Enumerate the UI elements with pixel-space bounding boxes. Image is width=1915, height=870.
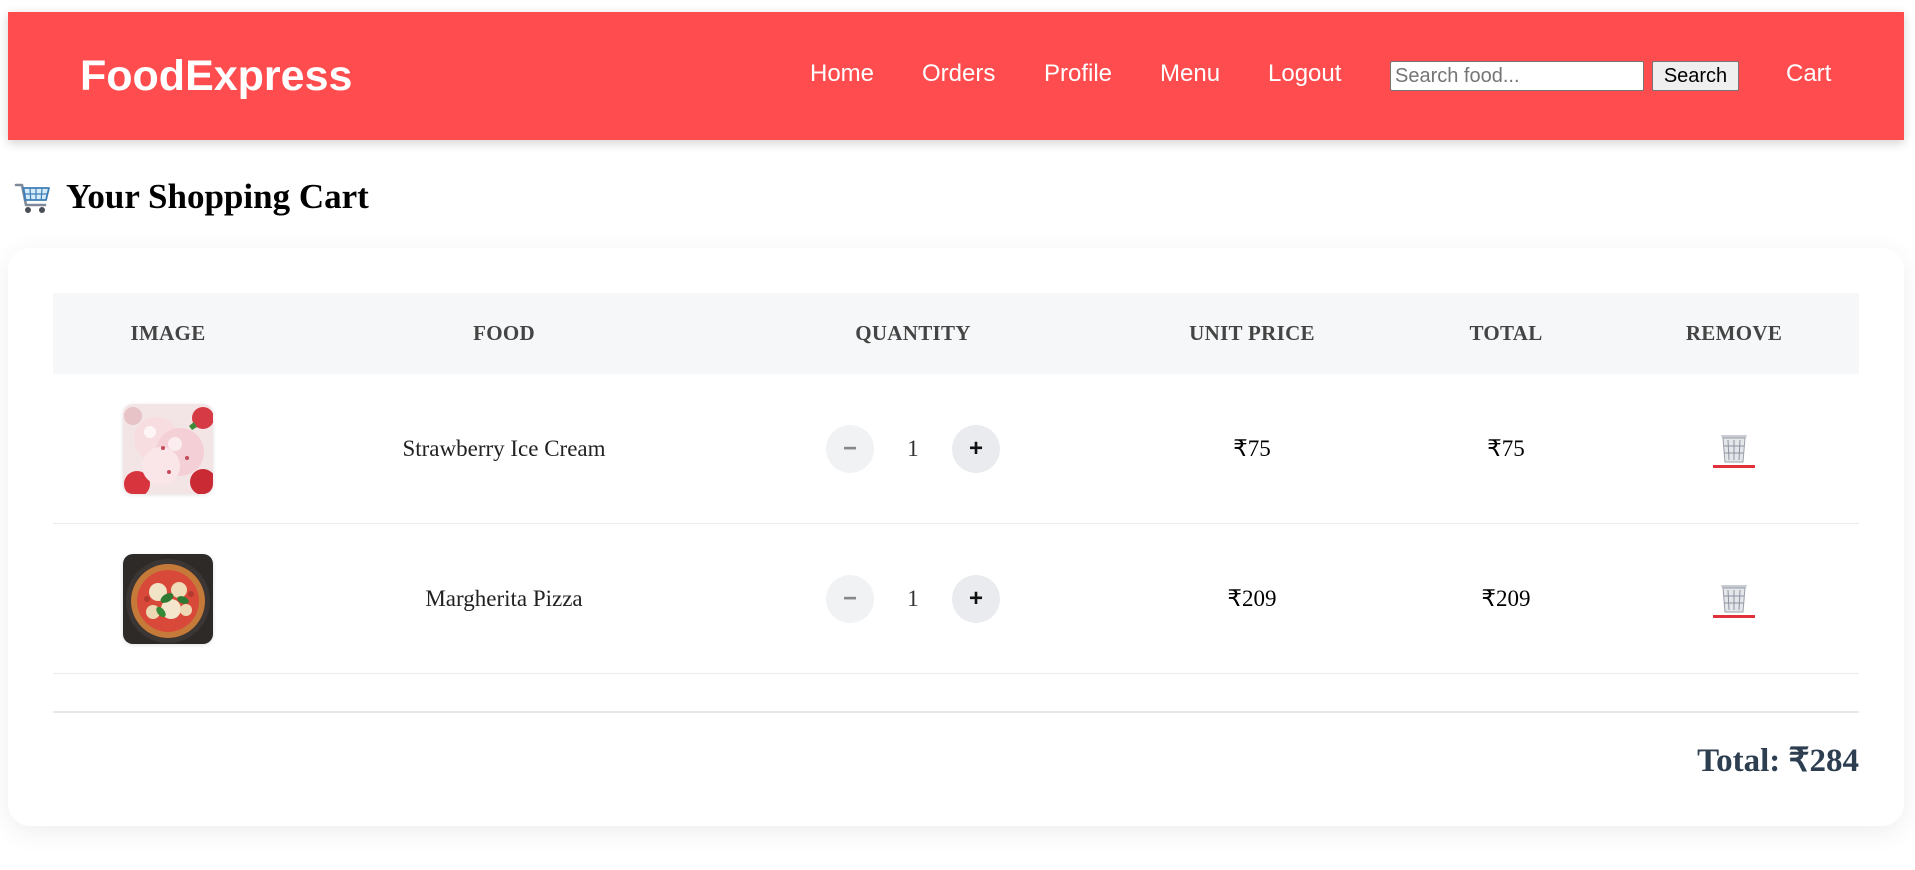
nav-link-cart[interactable]: Cart <box>1786 12 1831 136</box>
food-name: Strawberry Ice Cream <box>402 435 606 461</box>
cart-grand-total: Total: ₹284 <box>1697 743 1859 779</box>
trash-icon <box>1721 584 1747 612</box>
nav-link-home[interactable]: Home <box>810 12 874 136</box>
header-remove: REMOVE <box>1685 321 1783 345</box>
header-quantity: QUANTITY <box>855 321 971 345</box>
unit-price: ₹75 <box>1233 435 1271 461</box>
header-food: FOOD <box>473 321 535 345</box>
increase-quantity-button[interactable]: + <box>952 424 1000 473</box>
line-total: ₹75 <box>1487 435 1525 461</box>
table-row: Margherita Pizza − 1 + ₹209 ₹209 <box>53 524 1859 674</box>
nav-link-orders[interactable]: Orders <box>922 12 995 136</box>
top-navbar: FoodExpress Home Orders Profile Menu Log… <box>8 12 1904 140</box>
shopping-cart-icon <box>14 178 52 216</box>
total-divider <box>53 711 1859 713</box>
nav-link-profile[interactable]: Profile <box>1044 12 1112 136</box>
quantity-value: 1 <box>907 585 919 611</box>
nav-link-menu[interactable]: Menu <box>1160 12 1220 136</box>
brand-logo[interactable]: FoodExpress <box>80 12 352 140</box>
search-button[interactable]: Search <box>1652 61 1739 91</box>
quantity-stepper: − 1 + <box>826 424 1000 473</box>
header-unit-price: UNIT PRICE <box>1189 321 1315 345</box>
food-name: Margherita Pizza <box>425 585 583 611</box>
header-image: IMAGE <box>130 321 206 345</box>
increase-quantity-button[interactable]: + <box>952 574 1000 623</box>
trash-icon <box>1721 434 1747 462</box>
decrease-quantity-button[interactable]: − <box>826 424 874 473</box>
table-header: IMAGE FOOD QUANTITY UNIT PRICE TOTAL REM… <box>53 293 1859 374</box>
margherita-pizza-image <box>123 553 213 644</box>
header-total: TOTAL <box>1469 321 1543 345</box>
search-input[interactable] <box>1390 61 1644 91</box>
table-row: Strawberry Ice Cream − 1 + ₹75 ₹75 <box>53 374 1859 524</box>
remove-item-button[interactable] <box>1713 580 1755 618</box>
line-total: ₹209 <box>1481 585 1531 611</box>
nav-link-logout[interactable]: Logout <box>1268 12 1341 136</box>
quantity-value: 1 <box>907 435 919 461</box>
quantity-stepper: − 1 + <box>826 574 1000 623</box>
decrease-quantity-button[interactable]: − <box>826 574 874 623</box>
strawberry-ice-cream-image <box>123 403 213 494</box>
cart-card: IMAGE FOOD QUANTITY UNIT PRICE TOTAL REM… <box>8 248 1904 826</box>
page-heading: Your Shopping Cart <box>14 176 369 218</box>
unit-price: ₹209 <box>1227 585 1277 611</box>
page-title: Your Shopping Cart <box>66 177 369 216</box>
remove-item-button[interactable] <box>1713 430 1755 468</box>
